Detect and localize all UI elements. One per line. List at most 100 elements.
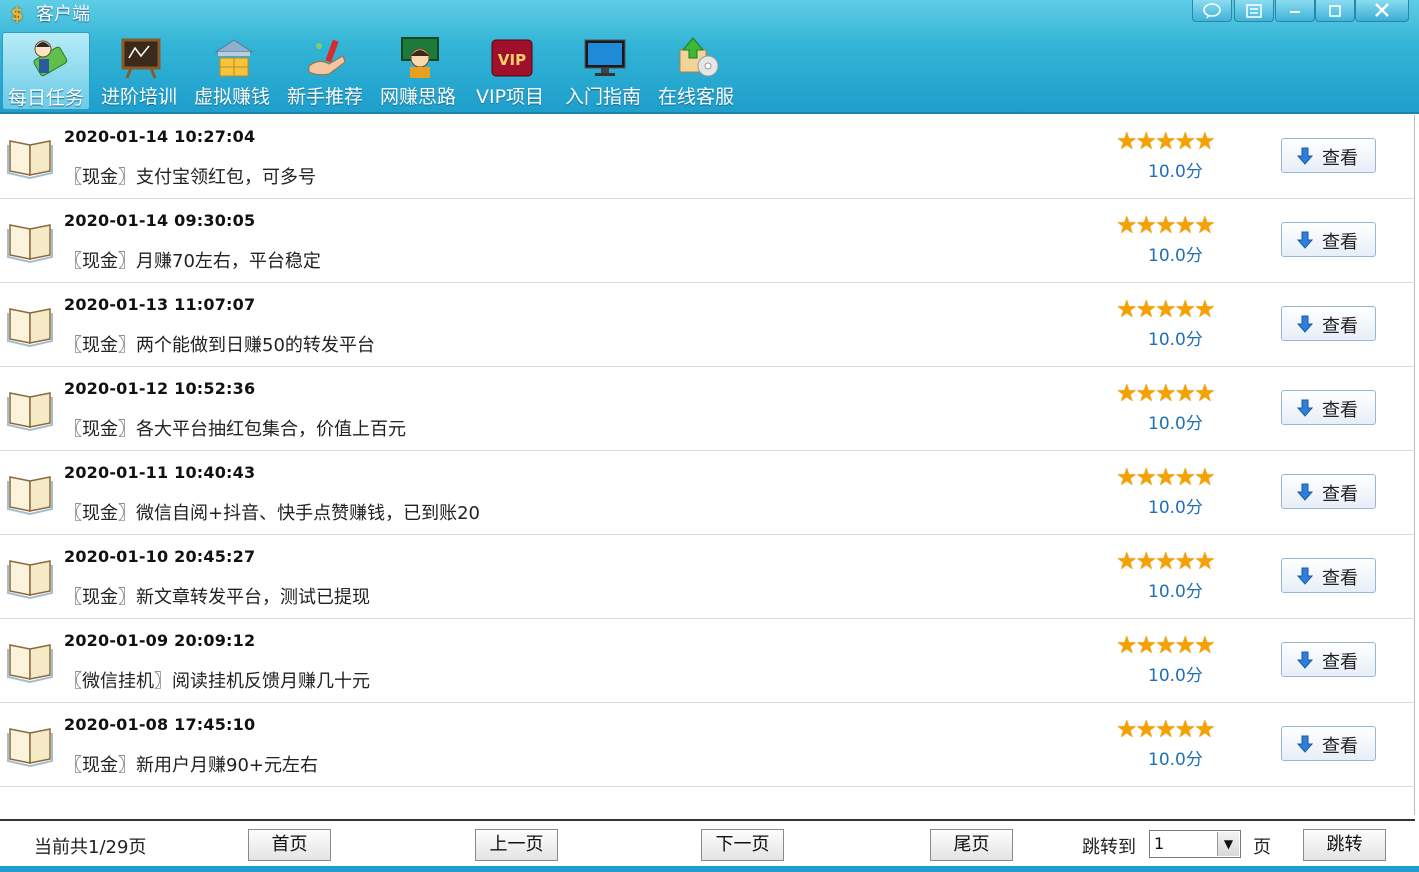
toolbar-item-support[interactable]: 在线客服: [652, 32, 740, 110]
star-rating-icon: ★★★★★: [1116, 295, 1216, 323]
view-button[interactable]: 查看: [1281, 474, 1376, 509]
item-timestamp: 2020-01-08 17:45:10: [64, 715, 256, 734]
view-button-label: 查看: [1322, 736, 1358, 757]
star-rating-icon: ★★★★★: [1116, 127, 1216, 155]
page-info: 当前共1/29页: [34, 837, 147, 858]
toolbar-item-guide[interactable]: 入门指南: [559, 32, 647, 110]
toolbar-item-label: 入门指南: [564, 86, 641, 108]
pagination-bar: 当前共1/29页 首页 上一页 下一页 尾页 跳转到 1 ▼ 页 跳转: [0, 819, 1415, 866]
item-timestamp: 2020-01-13 11:07:07: [64, 295, 256, 314]
toolbar-item-label: VIP项目: [475, 86, 545, 108]
item-score: 10.0分: [1148, 414, 1203, 434]
toolbar-item-label: 每日任务: [7, 87, 84, 109]
view-button[interactable]: 查看: [1281, 222, 1376, 257]
toolbar-item-label: 新手推荐: [286, 86, 363, 108]
item-timestamp: 2020-01-11 10:40:43: [64, 463, 256, 482]
toolbar-item-label: 虚拟赚钱: [193, 86, 270, 108]
chevron-down-icon[interactable]: ▼: [1217, 832, 1239, 856]
item-timestamp: 2020-01-14 09:30:05: [64, 211, 256, 230]
page-unit-label: 页: [1253, 837, 1271, 858]
close-icon[interactable]: [1355, 0, 1409, 22]
item-score: 10.0分: [1148, 330, 1203, 350]
jump-page-select[interactable]: 1 ▼: [1149, 830, 1241, 858]
window-title: 客户端: [36, 4, 90, 25]
toolbar-item-virtual-earn[interactable]: 虚拟赚钱: [188, 32, 276, 110]
view-button[interactable]: 查看: [1281, 726, 1376, 761]
item-score: 10.0分: [1148, 498, 1203, 518]
star-rating-icon: ★★★★★: [1116, 715, 1216, 743]
item-timestamp: 2020-01-12 10:52:36: [64, 379, 256, 398]
daily-task-icon: [33, 40, 68, 77]
arrow-down-icon: [1296, 147, 1314, 165]
view-button-label: 查看: [1322, 568, 1358, 589]
item-score: 10.0分: [1148, 750, 1203, 770]
item-title: 〖现金〗微信自阅+抖音、快手点赞赚钱，已到账20: [64, 503, 480, 524]
arrow-down-icon: [1296, 315, 1314, 333]
view-button-label: 查看: [1322, 484, 1358, 505]
toolbar-item-label: 在线客服: [657, 86, 734, 108]
item-timestamp: 2020-01-10 20:45:27: [64, 547, 256, 566]
list-item: 2020-01-14 10:27:04 〖现金〗支付宝领红包，可多号 ★★★★★ 10…: [0, 115, 1415, 199]
list-item: 2020-01-10 20:45:27 〖现金〗新文章转发平台，测试已提现 ★★★★…: [0, 535, 1415, 619]
list-item: 2020-01-14 09:30:05 〖现金〗月赚70左右，平台稳定 ★★★★★ 1…: [0, 199, 1415, 283]
prev-page-button[interactable]: 上一页: [475, 829, 558, 861]
list-item: 2020-01-08 17:45:10 〖现金〗新用户月赚90+元左右 ★★★★★ 1…: [0, 703, 1415, 787]
star-rating-icon: ★★★★★: [1116, 463, 1216, 491]
view-button[interactable]: 查看: [1281, 390, 1376, 425]
book-icon: [7, 560, 53, 599]
arrow-down-icon: [1296, 231, 1314, 249]
last-page-button[interactable]: 尾页: [930, 829, 1013, 861]
toolbar-item-daily-task[interactable]: 每日任务: [2, 32, 90, 110]
item-title: 〖现金〗两个能做到日赚50的转发平台: [64, 335, 375, 356]
view-button-label: 查看: [1322, 652, 1358, 673]
view-button[interactable]: 查看: [1281, 642, 1376, 677]
book-icon: [7, 644, 53, 683]
item-score: 10.0分: [1148, 246, 1203, 266]
first-page-button[interactable]: 首页: [248, 829, 331, 861]
toolbar-item-training[interactable]: 进阶培训: [95, 32, 183, 110]
dollar-coin-icon: $: [10, 4, 24, 25]
task-list: 2020-01-14 10:27:04 〖现金〗支付宝领红包，可多号 ★★★★★ 10…: [0, 115, 1415, 815]
view-button-label: 查看: [1322, 148, 1358, 169]
book-icon: [7, 308, 53, 347]
toolbar-item-ideas[interactable]: 网赚思路: [374, 32, 462, 110]
list-item: 2020-01-11 10:40:43 〖现金〗微信自阅+抖音、快手点赞赚钱，已到…: [0, 451, 1415, 535]
view-button-label: 查看: [1322, 400, 1358, 421]
title-toolbar-area: $ 客户端 每日任务 进阶培训 虚拟赚钱 新手推荐 网赚思路 VIP VIP项目…: [0, 0, 1419, 114]
view-button[interactable]: 查看: [1281, 138, 1376, 173]
item-timestamp: 2020-01-09 20:09:12: [64, 631, 256, 650]
jump-button[interactable]: 跳转: [1303, 829, 1386, 861]
support-cd-icon: [679, 37, 719, 77]
view-button[interactable]: 查看: [1281, 306, 1376, 341]
arrow-down-icon: [1296, 483, 1314, 501]
toolbar-item-vip[interactable]: VIP VIP项目: [466, 32, 554, 110]
arrow-down-icon: [1296, 735, 1314, 753]
next-page-button[interactable]: 下一页: [701, 829, 784, 861]
toolbar-item-label: 网赚思路: [379, 86, 456, 108]
toolbar-item-newbie-recommend[interactable]: 新手推荐: [281, 32, 369, 110]
arrow-down-icon: [1296, 567, 1314, 585]
jump-label: 跳转到: [1082, 837, 1136, 858]
list-item: 2020-01-09 20:09:12 〖微信挂机〗阅读挂机反馈月赚几十元 ★★★★…: [0, 619, 1415, 703]
item-score: 10.0分: [1148, 666, 1203, 686]
blackboard-icon: [121, 38, 161, 79]
list-item: 2020-01-12 10:52:36 〖现金〗各大平台抽红包集合，价值上百元 ★★…: [0, 367, 1415, 451]
vip-icon: VIP: [491, 39, 533, 77]
maximize-icon[interactable]: [1315, 0, 1355, 22]
item-title: 〖现金〗各大平台抽红包集合，价值上百元: [64, 419, 406, 440]
book-icon: [7, 476, 53, 515]
menu-icon[interactable]: [1234, 0, 1274, 22]
minimize-icon[interactable]: [1275, 0, 1315, 22]
arrow-down-icon: [1296, 399, 1314, 417]
star-rating-icon: ★★★★★: [1116, 211, 1216, 239]
view-button-label: 查看: [1322, 232, 1358, 253]
item-title: 〖现金〗新文章转发平台，测试已提现: [64, 587, 370, 608]
star-rating-icon: ★★★★★: [1116, 547, 1216, 575]
item-title: 〖现金〗月赚70左右，平台稳定: [64, 251, 321, 272]
view-button[interactable]: 查看: [1281, 558, 1376, 593]
toolbar-item-label: 进阶培训: [100, 86, 177, 108]
feedback-icon[interactable]: [1192, 0, 1232, 22]
svg-text:VIP: VIP: [498, 51, 526, 69]
star-rating-icon: ★★★★★: [1116, 631, 1216, 659]
item-score: 10.0分: [1148, 582, 1203, 602]
